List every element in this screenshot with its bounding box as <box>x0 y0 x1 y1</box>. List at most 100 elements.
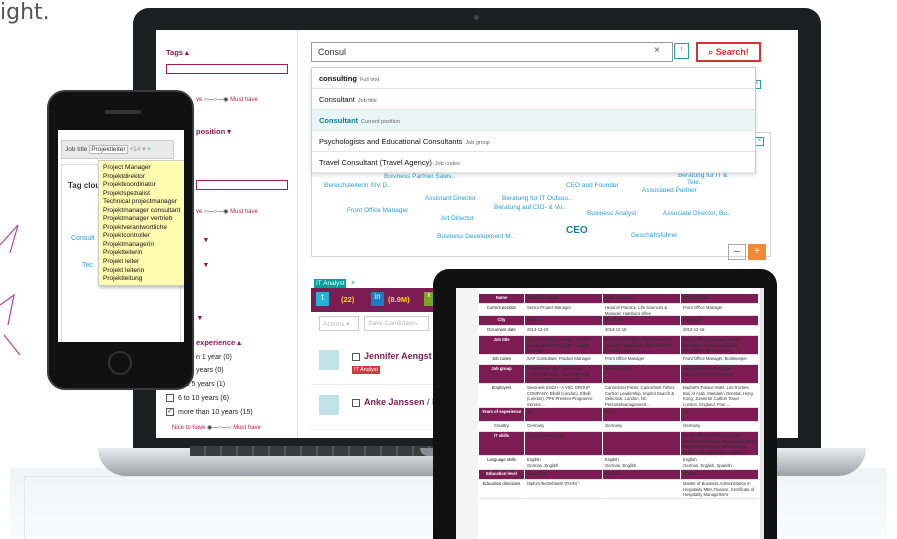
tags-label[interactable]: Tags ▴ <box>166 48 189 57</box>
filter-chevron-1[interactable]: ▾ <box>204 235 208 244</box>
exp-option[interactable]: n 1 year (0) <box>196 354 232 361</box>
filter-chevron-3[interactable]: ▾ <box>198 313 202 322</box>
table-cell: Head of Practice, Life Sciences & Manage… <box>603 336 681 355</box>
cloud-word[interactable]: CEO <box>566 225 588 236</box>
suggestion-item[interactable]: Technical projectmanager <box>103 198 181 207</box>
suggestion-item[interactable]: Consultant Job title <box>312 89 755 110</box>
cloud-word[interactable]: Geschäftsführer <box>631 232 677 239</box>
tab-count[interactable]: (22) <box>341 295 354 304</box>
weight-slider-3[interactable]: Nice to have ◉—○—○ Must have <box>172 424 261 431</box>
table-cell: 37 <box>603 408 681 422</box>
suggestion-item[interactable]: Projektmanager vertrieb <box>103 215 181 224</box>
position-label[interactable]: position ▾ <box>196 127 231 136</box>
search-button[interactable]: ⌕ Search! <box>696 42 761 62</box>
cloud-word[interactable]: Business Analyst <box>587 210 636 217</box>
upload-icon[interactable]: ↑ <box>674 43 689 59</box>
tags-input[interactable] <box>166 64 288 74</box>
suggestion-item[interactable]: Projektleiterin <box>103 249 181 258</box>
job-title-filter[interactable]: Job title Projektleiter +14 ▾ × <box>61 140 174 159</box>
table-cell <box>603 432 681 456</box>
table-cell: Receptionists <box>603 365 681 384</box>
suggestion-item[interactable]: Projektmanager consultant <box>103 207 181 216</box>
position-input[interactable] <box>196 180 288 190</box>
suggestion-item[interactable]: Projektleitung <box>103 275 181 284</box>
suggestion-item[interactable]: Projekt leiterin <box>103 267 181 276</box>
home-button[interactable] <box>108 351 132 375</box>
save-candidates-button[interactable]: Save Candidates <box>364 316 429 331</box>
cloud-word[interactable]: Assistant Director <box>425 195 476 202</box>
cloud-word[interactable]: Beratung für IT Outsou.. <box>502 195 572 202</box>
suggestion-item[interactable]: Projektspezialist <box>103 190 181 199</box>
cloud-word[interactable]: Business Partner Sales.. <box>384 173 455 180</box>
row-header: Job title <box>479 336 525 355</box>
table-row: Language skills English German, English En… <box>479 456 759 470</box>
filter-chevron-2[interactable]: ▾ <box>204 260 208 269</box>
cloud-word[interactable]: Associate Director, Bu.. <box>663 210 731 217</box>
avatar <box>319 350 339 370</box>
table-cell: Front Office Manager, Master Business Ad… <box>681 336 759 355</box>
table-cell: Seveneel GmbH - A VSC GROUP COMPANY, Elb… <box>525 384 603 408</box>
weight-slider[interactable]: ve ○—○—◉ Must have <box>196 96 258 103</box>
cloud-word[interactable]: Business Development M.. <box>437 233 514 240</box>
close-icon[interactable]: × <box>755 137 764 146</box>
search-input[interactable]: Consul <box>311 42 673 62</box>
candidate-name[interactable]: Anke Janssen <box>364 397 425 407</box>
floor-box <box>24 476 444 539</box>
linkedin-icon[interactable]: in <box>371 292 384 306</box>
suggestion-item[interactable]: Projektverantwortliche <box>103 224 181 233</box>
suggestion-item[interactable]: consulting Full text <box>312 68 755 89</box>
suggestion-item[interactable]: Travel Consultant (Travel Agency) Job cod… <box>312 152 755 173</box>
weight-slider-2[interactable]: ve ○—○—◉ Must have <box>196 208 258 215</box>
cloud-word[interactable]: Consult <box>71 235 95 242</box>
close-icon[interactable]: × <box>147 146 151 153</box>
table-cell: Jennifer Aengst <box>525 294 603 304</box>
suggestion-item[interactable]: Project Manager <box>103 164 181 173</box>
close-icon[interactable]: × <box>351 280 355 287</box>
cloud-word[interactable]: Bereichsleiterin ISV D.. <box>324 182 391 189</box>
suggestion-item[interactable]: Consultant Current position <box>312 110 755 131</box>
row-header: IT skills <box>479 432 525 456</box>
experience-label[interactable]: experience ▴ <box>196 338 241 347</box>
exp-option[interactable]: years (0) <box>196 367 224 374</box>
comparison-table: Name Jennifer Aengst Anke Janssen Arne Fisc… <box>456 294 760 539</box>
cloud-word[interactable]: Front Office Manager <box>347 207 408 214</box>
candidate-name[interactable]: Jennifer Aengst <box>364 351 432 361</box>
table-cell: Master <box>681 470 759 480</box>
suggestion-item[interactable]: Projekt leiter <box>103 258 181 267</box>
cloud-word[interactable]: CEO and Founder <box>566 182 619 189</box>
zoom-in-button[interactable]: + <box>748 244 766 260</box>
cloud-word[interactable]: Tele.. <box>687 179 703 186</box>
suggestion-item[interactable]: Projektdirektor <box>103 173 181 182</box>
scrollbar[interactable] <box>760 288 764 539</box>
cloud-word[interactable]: Beratung auf CIO- & Vo.. <box>494 204 566 211</box>
suggestion-item[interactable]: Projektkoordinator <box>103 181 181 190</box>
avatar <box>319 395 339 415</box>
suggestion-item[interactable]: Projektmanagerin <box>103 241 181 250</box>
actions-dropdown[interactable]: Actions ▾ <box>319 316 359 331</box>
exp-option[interactable]: 6 to 10 years (6) <box>166 394 229 402</box>
row-header: Education level <box>479 470 525 480</box>
search-icon: ⌕ <box>708 47 714 57</box>
table-cell: Front Office, Rooms Division, Kuchiur Er… <box>681 432 759 456</box>
table-cell: Germany <box>525 422 603 432</box>
row-header: Job codes <box>479 355 525 365</box>
table-cell: University <box>525 470 603 480</box>
cloud-word[interactable]: Tec <box>82 262 93 269</box>
cloud-word[interactable]: Beratung für IT & <box>678 172 727 179</box>
table-cell: 2013-12-18 <box>681 326 759 336</box>
table-cell <box>603 480 681 499</box>
exp-option[interactable]: ✓ more than 10 years (15) <box>166 408 253 416</box>
suggestion-item[interactable]: Projektcontroller <box>103 232 181 241</box>
table-cell: Hamburg <box>603 316 681 326</box>
row-header: Job group <box>479 365 525 384</box>
suggestion-item[interactable]: Psychologists and Educational Consultant… <box>312 131 755 152</box>
twitter-icon[interactable]: t <box>316 292 329 306</box>
tab-count[interactable]: (8.9M) <box>388 295 410 304</box>
table-cell: Germany <box>603 422 681 432</box>
cloud-word[interactable]: Associated Partner <box>642 187 697 194</box>
clear-icon[interactable]: × <box>654 45 660 56</box>
row-header: Years of experience <box>479 408 525 422</box>
cloud-word[interactable]: Art Director <box>441 215 474 222</box>
zoom-out-button[interactable]: – <box>728 244 746 260</box>
table-cell: Receptionists, Financial-administrative … <box>681 365 759 384</box>
